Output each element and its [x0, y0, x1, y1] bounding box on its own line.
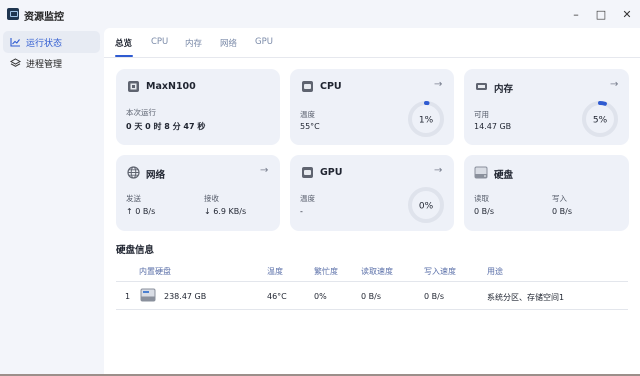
- chart-line-icon: [9, 36, 21, 48]
- disk-usage: 系统分区、存储空间1: [487, 293, 565, 302]
- network-send-label: 发送: [126, 194, 141, 203]
- disk-card: 硬盘 读取 0 B/s 写入 0 B/s: [464, 155, 629, 231]
- gpu-temp-label: 温度: [300, 194, 315, 203]
- column-header: 用途: [487, 267, 503, 276]
- column-header: 内置硬盘: [139, 267, 171, 276]
- sidebar: 运行状态 进程管理: [0, 28, 104, 376]
- arrow-right-icon[interactable]: →: [434, 165, 442, 176]
- cpu-card[interactable]: CPU → 温度 55°C 1%: [290, 69, 454, 145]
- tab-memory[interactable]: 内存: [185, 37, 202, 49]
- title-bar: 资源监控 – □ ✕: [0, 0, 640, 28]
- close-button[interactable]: ✕: [616, 4, 638, 24]
- tab-gpu[interactable]: GPU: [255, 37, 273, 47]
- tab-bar: 总览 CPU 内存 网络 GPU: [104, 28, 640, 58]
- tab-cpu[interactable]: CPU: [151, 37, 168, 47]
- disk-write-speed: 0 B/s: [424, 292, 444, 301]
- column-header: 读取速度: [361, 267, 393, 276]
- memory-icon: [474, 79, 488, 93]
- active-tab-indicator: [115, 55, 133, 57]
- resource-monitor-window: 资源监控 – □ ✕ 运行状态 进程管理 总览 CPU 内存 网络 GPU Ma…: [0, 0, 640, 376]
- memory-card[interactable]: 内存 → 可用 14.47 GB 5%: [464, 69, 629, 145]
- cpu-usage-gauge: 1%: [408, 101, 444, 137]
- tab-network[interactable]: 网络: [220, 37, 237, 49]
- minimize-button[interactable]: –: [565, 4, 587, 24]
- memory-available-label: 可用: [474, 110, 489, 119]
- sidebar-item-processes[interactable]: 进程管理: [3, 52, 100, 74]
- disk-write-label: 写入: [552, 194, 567, 203]
- arrow-right-icon[interactable]: →: [610, 79, 618, 90]
- memory-available-value: 14.47 GB: [474, 122, 512, 131]
- cpu-usage-text: 1%: [419, 116, 434, 126]
- system-name: MaxN100: [146, 81, 196, 92]
- disk-busy: 0%: [314, 292, 327, 301]
- column-header: 写入速度: [424, 267, 456, 276]
- monitor-app-icon: [7, 8, 19, 20]
- gpu-temp-value: -: [300, 207, 303, 216]
- window-title: 资源监控: [24, 12, 64, 23]
- processor-icon: [126, 79, 140, 93]
- table-row[interactable]: 1 238.47 GB 46°C 0% 0 B/s 0 B/s 系统分区、存储空…: [116, 282, 628, 310]
- maximize-button[interactable]: □: [590, 4, 612, 24]
- disk-read-value: 0 B/s: [474, 207, 494, 216]
- uptime-value: 0 天 0 时 8 分 47 秒: [126, 122, 206, 131]
- column-header: 繁忙度: [314, 267, 338, 276]
- disk-info-heading: 硬盘信息: [116, 245, 155, 256]
- globe-icon: [126, 165, 140, 179]
- gpu-usage-text: 0%: [419, 202, 434, 212]
- disk-write-value: 0 B/s: [552, 207, 572, 216]
- network-title: 网络: [146, 170, 166, 181]
- memory-usage-gauge: 5%: [582, 101, 618, 137]
- hard-drive-icon: [140, 288, 156, 302]
- cpu-temp-label: 温度: [300, 110, 315, 119]
- gpu-usage-gauge: 0%: [408, 187, 444, 223]
- column-header: 温度: [267, 267, 283, 276]
- tab-overview[interactable]: 总览: [115, 37, 132, 49]
- gpu-icon: [300, 165, 314, 179]
- network-recv-value: ↓ 6.9 KB/s: [204, 207, 247, 216]
- arrow-right-icon[interactable]: →: [260, 165, 268, 176]
- sidebar-item-label: 进程管理: [26, 59, 63, 70]
- cpu-temp-value: 55°C: [300, 122, 320, 131]
- network-card[interactable]: 网络 → 发送 ↑ 0 B/s 接收 ↓ 6.9 KB/s: [116, 155, 280, 231]
- hard-drive-icon: [474, 165, 488, 179]
- sidebar-item-status[interactable]: 运行状态: [3, 31, 100, 53]
- system-card: MaxN100 本次运行 0 天 0 时 8 分 47 秒: [116, 69, 280, 145]
- disk-title: 硬盘: [494, 170, 514, 181]
- table-header: 内置硬盘 温度 繁忙度 读取速度 写入速度 用途: [116, 260, 628, 282]
- arrow-right-icon[interactable]: →: [434, 79, 442, 90]
- disk-read-label: 读取: [474, 194, 489, 203]
- gpu-card[interactable]: GPU → 温度 - 0%: [290, 155, 454, 231]
- disk-temp: 46°C: [267, 292, 287, 301]
- disk-read-speed: 0 B/s: [361, 292, 381, 301]
- row-index: 1: [125, 292, 131, 301]
- layers-icon: [9, 57, 21, 69]
- memory-usage-text: 5%: [593, 116, 608, 126]
- memory-title: 内存: [494, 84, 514, 95]
- main-panel: 总览 CPU 内存 网络 GPU MaxN100 本次运行 0 天 0 时 8 …: [104, 28, 640, 374]
- network-send-value: ↑ 0 B/s: [126, 207, 156, 216]
- disk-capacity: 238.47 GB: [164, 292, 207, 301]
- cpu-icon: [300, 79, 314, 93]
- sidebar-item-label: 运行状态: [26, 38, 63, 49]
- network-recv-label: 接收: [204, 194, 219, 203]
- gpu-title: GPU: [320, 167, 343, 178]
- uptime-label: 本次运行: [126, 108, 156, 117]
- cpu-title: CPU: [320, 81, 342, 92]
